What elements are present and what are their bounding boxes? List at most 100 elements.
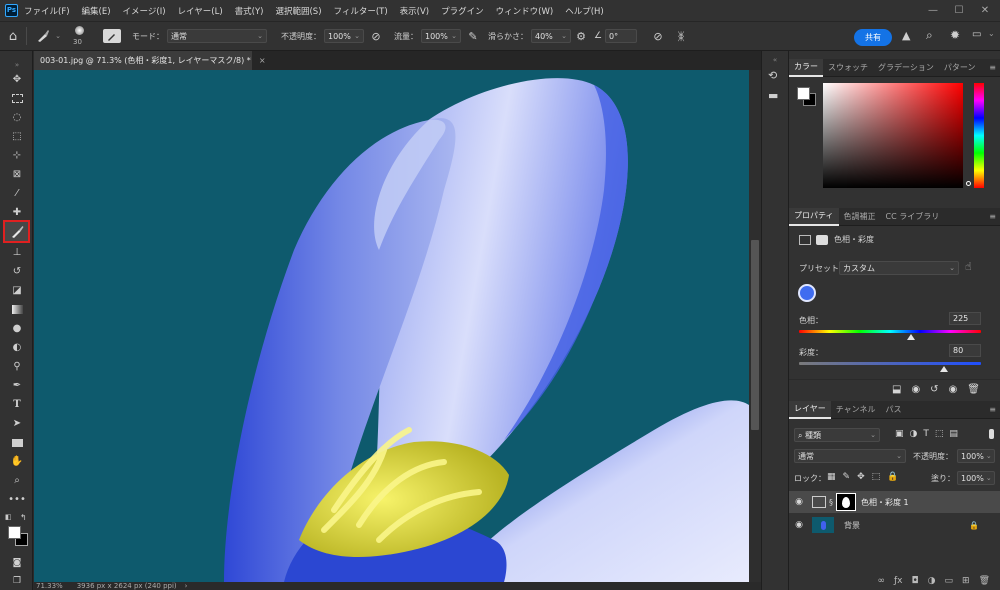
menu-window[interactable]: ウィンドウ(W) — [496, 5, 554, 17]
lock-artboard-icon[interactable]: ⬚ — [872, 472, 881, 482]
layer-opacity-input[interactable]: 100% ⌄ — [957, 449, 995, 463]
swap-colors-icon[interactable]: ↰ — [20, 513, 27, 522]
blend-mode-select[interactable]: 通常 ⌄ — [794, 449, 906, 463]
comments-panel-icon[interactable]: ▬ — [768, 89, 778, 102]
smoothing-input[interactable]: 40% ⌄ — [531, 29, 571, 43]
menu-file[interactable]: ファイル(F) — [24, 5, 70, 17]
blur-tool-icon[interactable]: ● — [7, 320, 27, 337]
hand-tool-icon[interactable]: ✋ — [7, 453, 27, 470]
document-canvas[interactable] — [34, 70, 749, 582]
canvas-vertical-scrollbar[interactable] — [749, 70, 761, 582]
airbrush-icon[interactable]: ✎ — [461, 30, 485, 43]
tab-adjustments[interactable]: 色調補正 — [839, 208, 881, 226]
pressure-opacity-icon[interactable]: ⊘ — [364, 30, 388, 43]
lasso-tool-icon[interactable]: ◌ — [7, 109, 27, 126]
history-brush-tool-icon[interactable]: ↺ — [7, 263, 27, 280]
type-tool-icon[interactable]: T — [7, 396, 27, 413]
brush-tool-icon[interactable] — [3, 220, 30, 243]
path-selection-tool-icon[interactable]: ➤ — [7, 415, 27, 432]
clip-to-layer-icon[interactable]: ⬓ — [892, 384, 901, 395]
color-panel-foreground-swatch[interactable] — [797, 87, 810, 100]
eraser-tool-icon[interactable]: ◪ — [7, 282, 27, 299]
pen-tool-icon[interactable]: ✒ — [7, 377, 27, 394]
link-layers-icon[interactable]: ∞ — [878, 576, 886, 590]
lock-all-icon[interactable]: 🔒 — [887, 472, 898, 482]
menu-layer[interactable]: レイヤー(L) — [178, 5, 223, 17]
visibility-eye-icon[interactable]: ◉ — [789, 497, 809, 507]
mode-select[interactable]: 通常 ⌄ — [167, 29, 267, 43]
layer-row-hue-saturation[interactable]: ◉ § 色相・彩度 1 — [789, 491, 1000, 513]
saturation-adjust-slider[interactable] — [799, 362, 981, 365]
object-select-tool-icon[interactable]: ⬚ — [7, 128, 27, 145]
delete-layer-icon[interactable]: 🗑 — [979, 576, 990, 590]
menu-image[interactable]: イメージ(I) — [123, 5, 166, 17]
search-icon[interactable]: ⌕ — [926, 28, 933, 43]
menu-select[interactable]: 選択範囲(S) — [275, 5, 321, 17]
new-adjustment-icon[interactable]: ◑ — [928, 576, 936, 590]
close-tab-icon[interactable]: × — [259, 56, 266, 65]
status-zoom[interactable]: 71.33% — [36, 582, 63, 590]
home-icon[interactable]: ⌂ — [0, 29, 26, 44]
adjustment-icon[interactable] — [799, 234, 811, 245]
angle-input[interactable]: 0° — [605, 29, 637, 43]
visibility-eye-icon[interactable]: ◉ — [789, 520, 809, 530]
tab-cc-libraries[interactable]: CC ライブラリ — [881, 208, 945, 226]
gear-icon[interactable]: ⚙ — [571, 30, 591, 43]
lock-position-icon[interactable]: ✥ — [857, 472, 865, 482]
dodge-tool-icon[interactable]: ◐ — [7, 339, 27, 356]
menu-plugins[interactable]: プラグイン — [441, 5, 484, 17]
menu-type[interactable]: 書式(Y) — [235, 5, 264, 17]
chevron-down-icon[interactable]: ⌄ — [988, 29, 995, 38]
healing-brush-tool-icon[interactable]: ✚ — [7, 204, 27, 221]
burn-tool-icon[interactable]: ⚲ — [7, 358, 27, 375]
visibility-eye-icon[interactable]: ◉ — [949, 384, 958, 395]
clone-stamp-tool-icon[interactable]: ⊥ — [7, 244, 27, 261]
filter-type-icon[interactable]: T — [923, 429, 929, 439]
tab-paths[interactable]: パス — [881, 401, 907, 419]
pressure-size-icon[interactable]: ⊘ — [645, 30, 671, 43]
layer-filter-select[interactable]: ⌕ 種類 ⌄ — [794, 428, 880, 442]
flow-input[interactable]: 100% ⌄ — [421, 29, 461, 43]
fill-input[interactable]: 100% ⌄ — [957, 471, 995, 485]
lock-pixels-icon[interactable]: ✎ — [843, 472, 851, 482]
marquee-tool-icon[interactable] — [7, 90, 27, 107]
view-previous-icon[interactable]: ◉ — [911, 384, 920, 395]
filter-toggle[interactable] — [989, 429, 994, 439]
saturation-input[interactable]: 80 — [949, 344, 981, 357]
filter-adjustment-icon[interactable]: ◑ — [910, 429, 918, 439]
delete-icon[interactable]: 🗑 — [967, 384, 980, 395]
more-tools-icon[interactable]: ••• — [7, 491, 27, 508]
tab-swatches[interactable]: スウォッチ — [823, 59, 873, 77]
default-colors-icon[interactable]: ◧ — [5, 513, 12, 521]
tab-patterns[interactable]: パターン — [939, 59, 981, 77]
maximize-icon[interactable]: ☐ — [946, 0, 972, 21]
tab-gradients[interactable]: グラデーション — [873, 59, 939, 77]
chevron-down-icon[interactable]: ⌄ — [53, 32, 63, 40]
reset-icon[interactable]: ↺ — [930, 384, 938, 395]
tab-channels[interactable]: チャンネル — [831, 401, 881, 419]
screen-mode-icon[interactable]: ❐ — [7, 572, 27, 589]
brush-panel-toggle-icon[interactable] — [103, 29, 121, 43]
zoom-tool-icon[interactable]: ⌕ — [7, 472, 27, 489]
saturation-slider-knob[interactable] — [940, 366, 948, 372]
bell-icon[interactable]: ▲ — [902, 29, 910, 42]
foreground-color-swatch[interactable] — [8, 526, 21, 539]
rectangle-tool-icon[interactable] — [7, 434, 27, 451]
eyedropper-tool-icon[interactable]: ⁄ — [7, 185, 27, 202]
layer-name[interactable]: 背景 — [844, 520, 860, 531]
minimize-icon[interactable]: — — [920, 0, 946, 21]
chevron-right-icon[interactable]: › — [185, 582, 188, 590]
move-tool-icon[interactable]: ✥ — [7, 71, 27, 88]
filter-smart-object-icon[interactable]: ▤ — [949, 429, 958, 439]
brush-size-picker[interactable]: 30 — [63, 22, 103, 50]
close-window-icon[interactable]: ✕ — [972, 0, 998, 21]
menu-edit[interactable]: 編集(E) — [82, 5, 111, 17]
hue-slider-knob[interactable] — [907, 334, 915, 340]
history-panel-icon[interactable]: ⟲ — [768, 69, 777, 82]
tab-layers[interactable]: レイヤー — [789, 400, 831, 419]
hue-adjust-slider[interactable] — [799, 330, 981, 333]
document-tab[interactable]: 003-01.jpg @ 71.3% (色相・彩度1, レイヤーマスク/8) *… — [34, 51, 266, 70]
discover-icon[interactable]: ✹ — [950, 28, 960, 42]
collapse-panels-icon[interactable]: « — [762, 56, 788, 64]
menu-help[interactable]: ヘルプ(H) — [565, 5, 604, 17]
